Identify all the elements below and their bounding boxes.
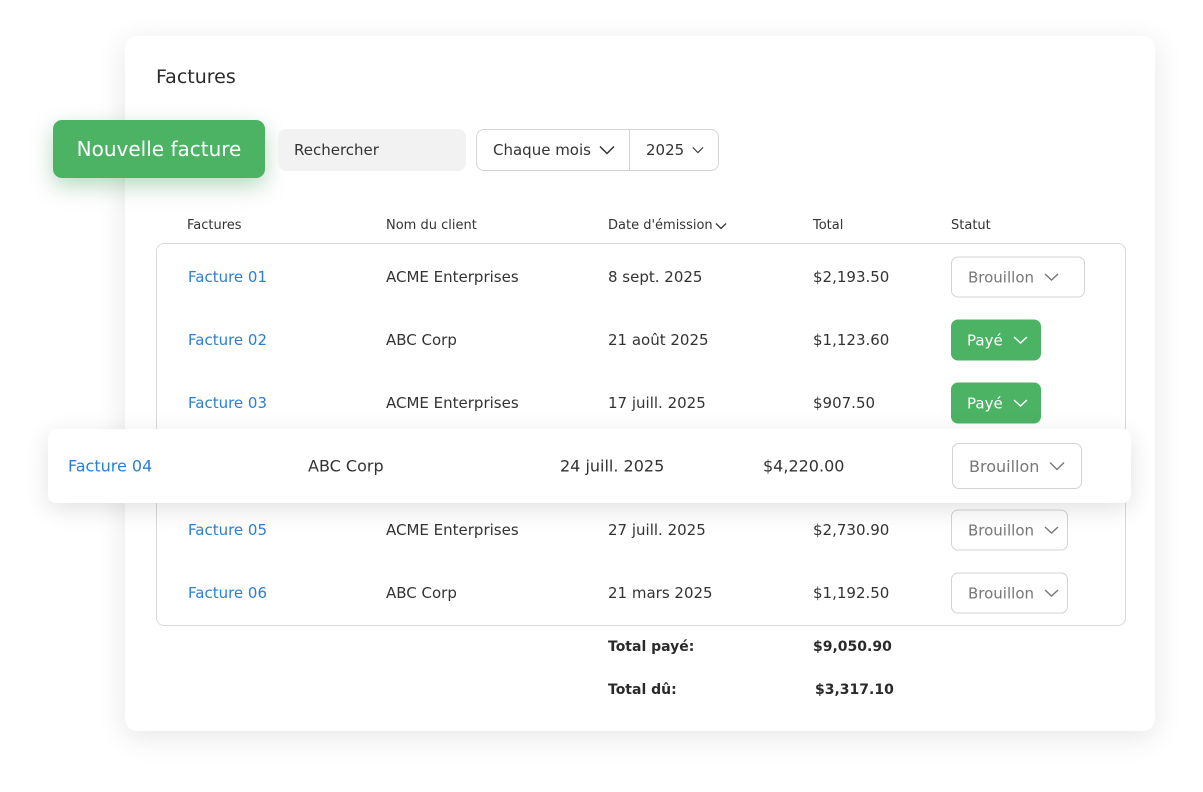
- invoice-link[interactable]: Facture 02: [188, 331, 267, 349]
- issue-date: 21 mars 2025: [608, 584, 713, 602]
- new-invoice-button[interactable]: Nouvelle facture: [53, 120, 265, 178]
- chevron-down-icon: [1044, 273, 1059, 281]
- invoice-link[interactable]: Facture 03: [188, 394, 267, 412]
- page-title: Factures: [156, 66, 236, 88]
- client-name: ABC Corp: [386, 584, 457, 602]
- chevron-down-icon: [692, 147, 704, 154]
- period-select[interactable]: Chaque mois: [477, 130, 630, 170]
- chevron-down-icon: [1049, 462, 1065, 471]
- column-header-date[interactable]: Date d'émission: [608, 218, 727, 233]
- column-header-date-label: Date d'émission: [608, 218, 713, 233]
- issue-date: 24 juill. 2025: [560, 456, 665, 476]
- total-paid-value: $9,050.90: [813, 639, 892, 655]
- column-header-total-label: Total: [813, 218, 844, 233]
- status-label: Payé: [967, 394, 1003, 412]
- column-header-invoice: Factures: [187, 218, 242, 233]
- issue-date: 21 août 2025: [608, 331, 709, 349]
- issue-date: 27 juill. 2025: [608, 521, 706, 539]
- client-name: ACME Enterprises: [386, 394, 519, 412]
- status-dropdown[interactable]: Payé: [951, 382, 1041, 424]
- chevron-down-icon: [1013, 399, 1028, 407]
- status-dropdown[interactable]: Payé: [951, 319, 1041, 361]
- year-select-label: 2025: [646, 141, 685, 159]
- invoice-total: $1,192.50: [813, 584, 890, 602]
- client-name: ABC Corp: [308, 456, 384, 476]
- client-name: ABC Corp: [386, 331, 457, 349]
- status-dropdown[interactable]: Brouillon: [951, 256, 1085, 298]
- status-label: Brouillon: [969, 456, 1040, 476]
- status-label: Payé: [967, 331, 1003, 349]
- column-header-invoice-label: Factures: [187, 218, 242, 233]
- chevron-down-icon: [1044, 526, 1059, 534]
- total-due-label: Total dû:: [608, 682, 677, 698]
- period-select-label: Chaque mois: [493, 141, 591, 159]
- date-filter-group: Chaque mois 2025: [476, 129, 719, 171]
- column-header-client-label: Nom du client: [386, 218, 477, 233]
- chevron-down-icon: [1044, 589, 1059, 597]
- invoice-link[interactable]: Facture 01: [188, 268, 267, 286]
- status-dropdown[interactable]: Brouillon: [952, 443, 1082, 489]
- chevron-down-icon: [1013, 336, 1028, 344]
- client-name: ACME Enterprises: [386, 521, 519, 539]
- table-row-highlighted: Facture 04 ABC Corp 24 juill. 2025 $4,22…: [48, 429, 1131, 503]
- client-name: ACME Enterprises: [386, 268, 519, 286]
- invoice-total: $4,220.00: [763, 456, 845, 476]
- status-dropdown[interactable]: Brouillon: [951, 572, 1068, 614]
- column-header-status-label: Statut: [951, 218, 991, 233]
- invoice-link[interactable]: Facture 04: [68, 457, 152, 476]
- column-header-total: Total: [813, 218, 843, 233]
- status-label: Brouillon: [968, 268, 1034, 286]
- total-paid-label: Total payé:: [608, 639, 695, 655]
- invoice-link[interactable]: Facture 06: [188, 584, 267, 602]
- search-box: [278, 129, 466, 171]
- issue-date: 17 juill. 2025: [608, 394, 706, 412]
- chevron-down-icon: [599, 145, 615, 155]
- status-label: Brouillon: [968, 584, 1034, 602]
- sort-chevron-icon: [715, 222, 727, 229]
- column-header-client: Nom du client: [386, 218, 477, 233]
- invoice-link[interactable]: Facture 05: [188, 521, 267, 539]
- invoice-total: $2,730.90: [813, 521, 890, 539]
- invoice-total: $2,193.50: [813, 268, 890, 286]
- year-select[interactable]: 2025: [630, 130, 718, 170]
- status-label: Brouillon: [968, 521, 1034, 539]
- status-dropdown[interactable]: Brouillon: [951, 509, 1068, 551]
- total-due-value: $3,317.10: [815, 682, 894, 698]
- invoice-total: $907.50: [813, 394, 876, 412]
- search-input[interactable]: [292, 140, 466, 160]
- invoice-total: $1,123.60: [813, 331, 890, 349]
- issue-date: 8 sept. 2025: [608, 268, 703, 286]
- column-header-status: Statut: [951, 218, 991, 233]
